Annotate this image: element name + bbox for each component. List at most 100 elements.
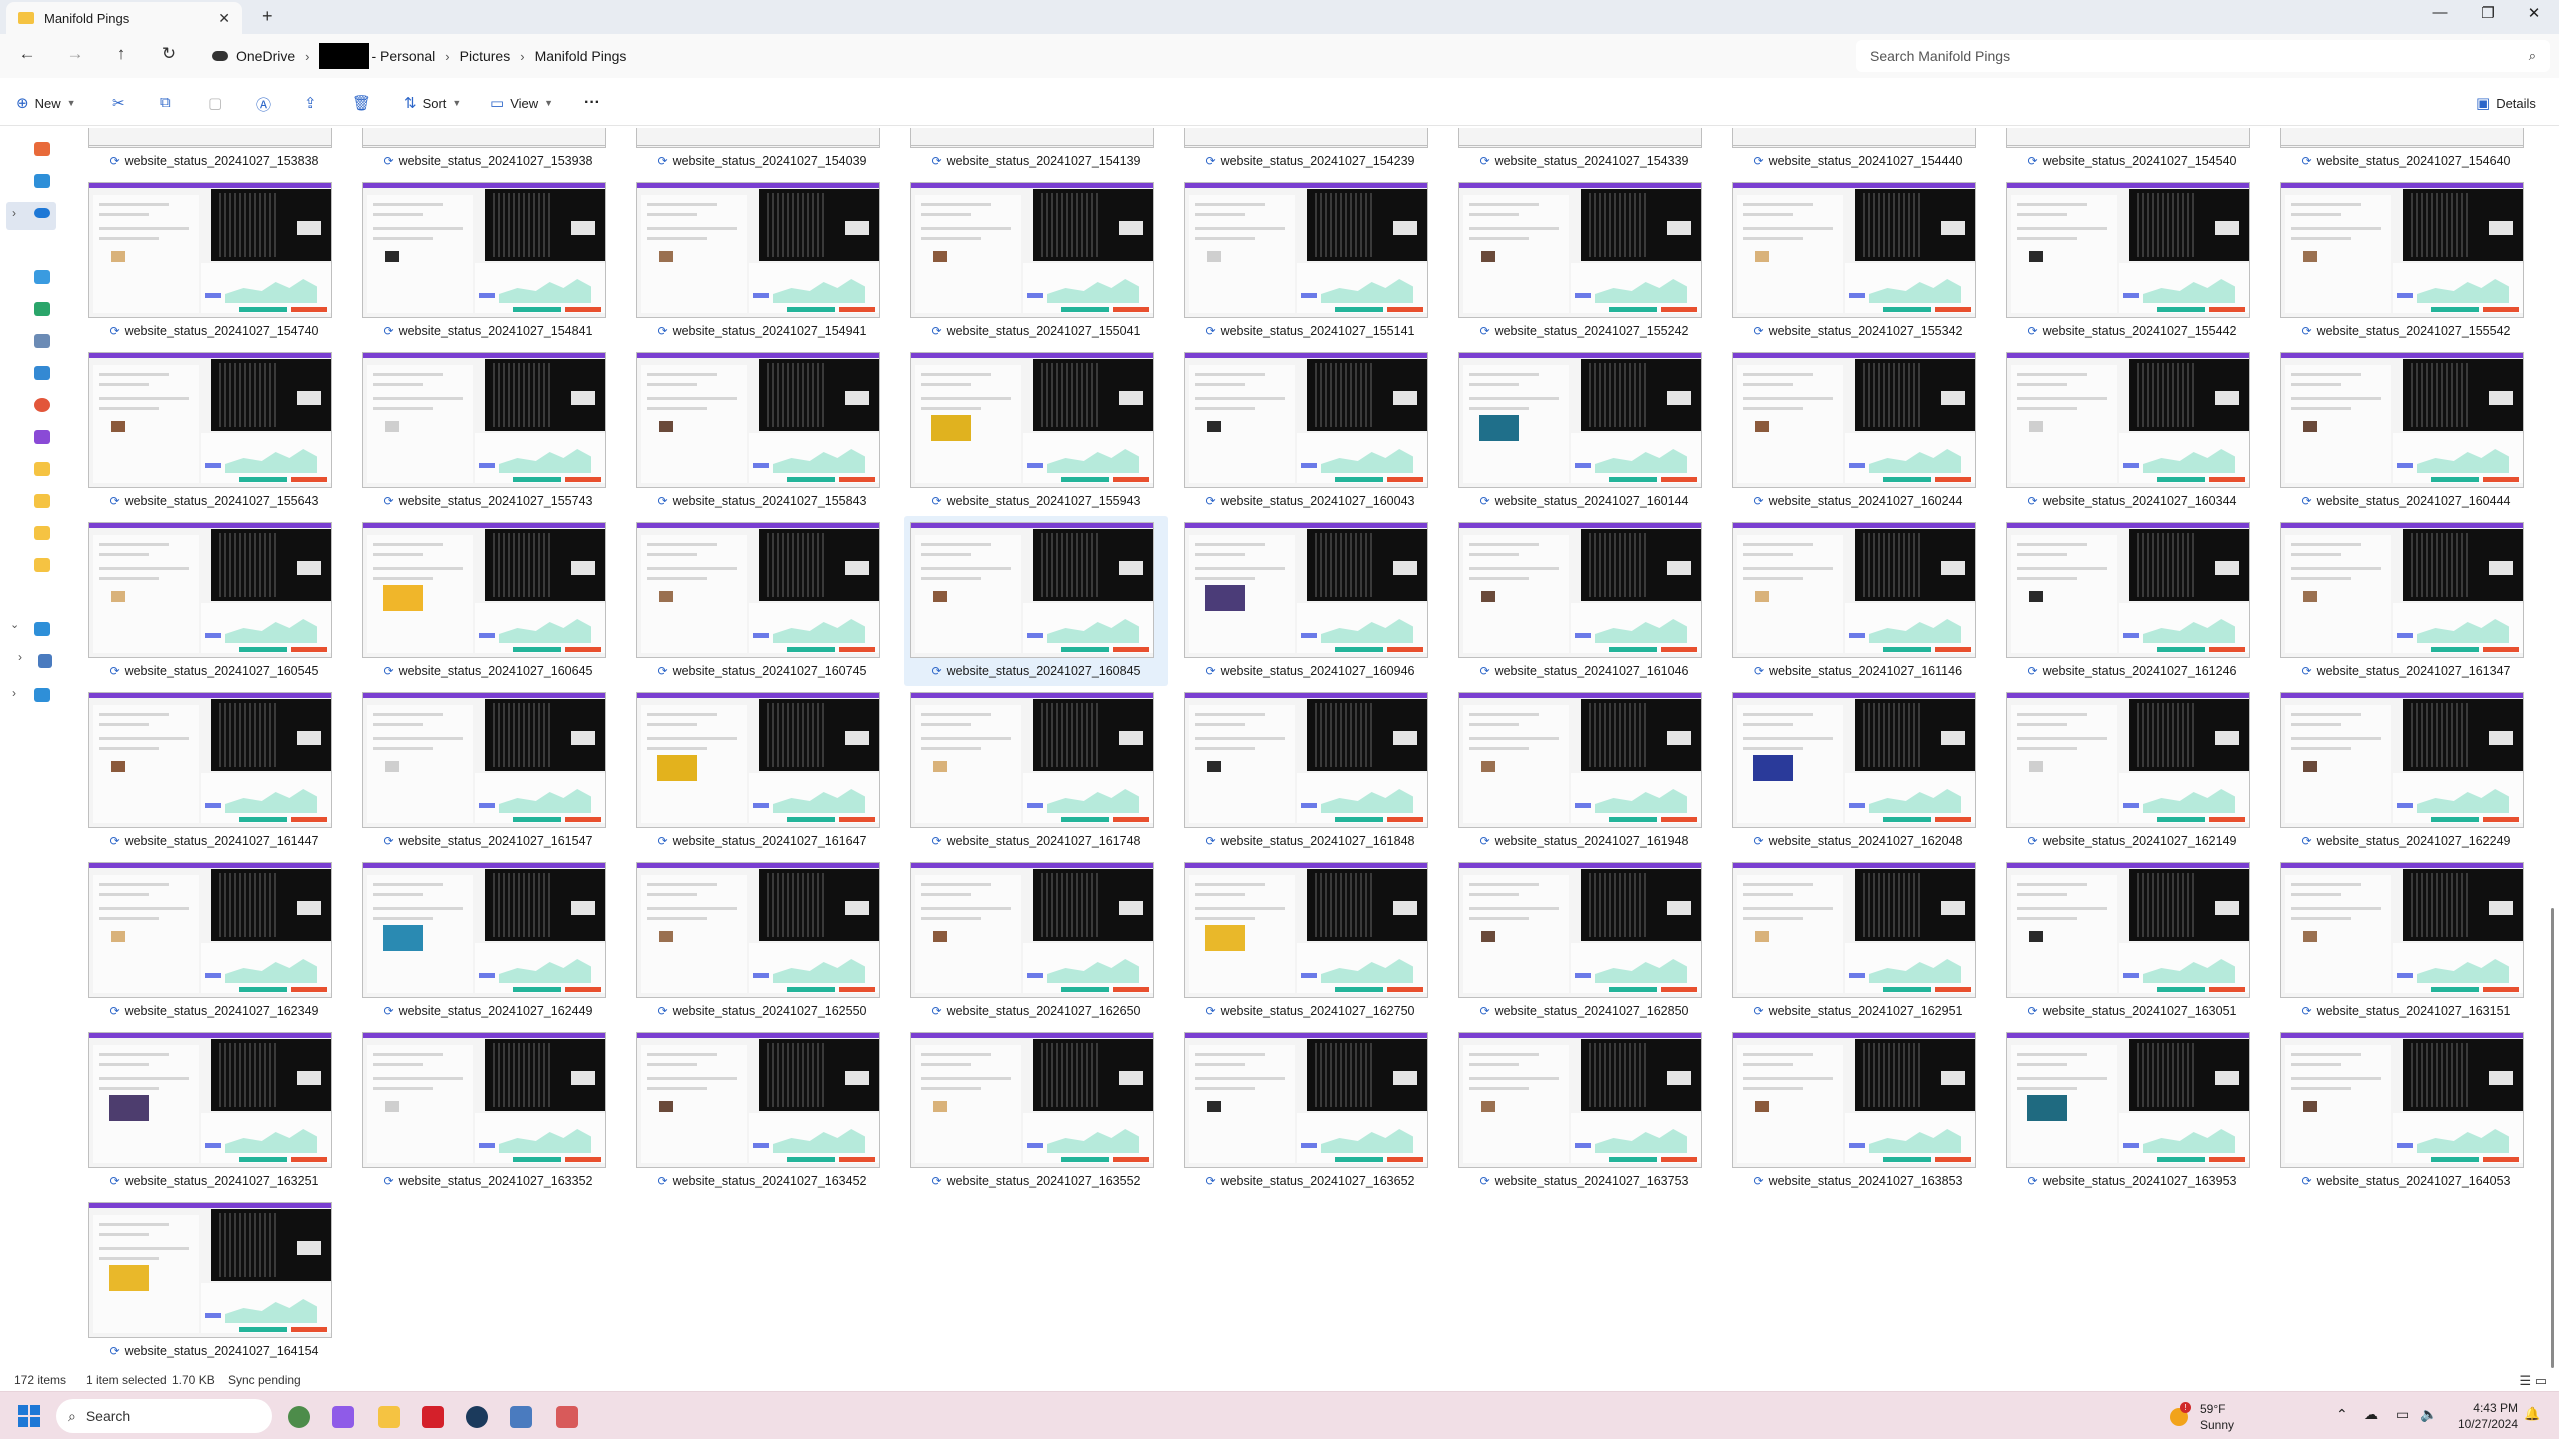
file-tile[interactable]: ⟳ website_status_20241027_161447 [80,686,348,856]
image-thumbnail[interactable] [88,692,332,828]
tab-manifold-pings[interactable]: Manifold Pings ✕ [6,2,242,34]
details-button[interactable]: ▣ Details [2476,94,2536,112]
file-name[interactable]: ⟳ website_status_20241027_160845 [902,664,1170,678]
file-tile[interactable]: ⟳ website_status_20241027_160545 [80,516,348,686]
file-tile[interactable]: ⟳ website_status_20241027_154941 [628,176,896,346]
file-name[interactable]: ⟳ website_status_20241027_161046 [1450,664,1718,678]
file-tile[interactable]: ⟳ website_status_20241027_162449 [354,856,622,1026]
file-name[interactable]: ⟳ website_status_20241027_161146 [1724,664,1992,678]
file-name[interactable]: ⟳ website_status_20241027_160645 [354,664,622,678]
desktop-icon[interactable] [34,270,50,284]
file-name[interactable]: ⟳ website_status_20241027_163853 [1724,1174,1992,1188]
image-thumbnail[interactable] [910,1032,1154,1168]
file-name[interactable]: ⟳ website_status_20241027_162349 [80,1004,348,1018]
file-tile[interactable]: ⟳ website_status_20241027_163753 [1450,1026,1718,1196]
image-thumbnail[interactable] [1732,692,1976,828]
cropped-thumbnail[interactable] [910,128,1154,146]
taskbar-search[interactable]: ⌕ Search [56,1399,272,1433]
expand-chevron-icon[interactable]: › [18,650,22,664]
this-pc-icon[interactable] [34,622,50,636]
image-thumbnail[interactable] [636,862,880,998]
file-tile[interactable]: ⟳ website_status_20241027_160244 [1724,346,1992,516]
image-thumbnail[interactable] [2006,182,2250,318]
file-name[interactable]: ⟳ website_status_20241027_154440 [1724,154,1992,168]
file-tile[interactable]: ⟳ website_status_20241027_163552 [902,1026,1170,1196]
file-tile[interactable]: ⟳ website_status_20241027_161046 [1450,516,1718,686]
cloud-sync-icon[interactable]: ☁ [2364,1406,2378,1423]
documents-icon[interactable] [34,334,50,348]
file-tile[interactable]: ⟳ website_status_20241027_163652 [1176,1026,1444,1196]
image-thumbnail[interactable] [910,352,1154,488]
file-name[interactable]: ⟳ website_status_20241027_160244 [1724,494,1992,508]
file-tile[interactable]: ⟳ website_status_20241027_161347 [2272,516,2538,686]
cropped-thumbnail[interactable] [88,128,332,146]
file-name[interactable]: ⟳ website_status_20241027_153938 [354,154,622,168]
image-thumbnail[interactable] [910,182,1154,318]
file-tile[interactable]: ⟳ website_status_20241027_161948 [1450,686,1718,856]
new-tab-icon[interactable]: + [262,6,273,27]
image-thumbnail[interactable] [362,862,606,998]
file-name[interactable]: ⟳ website_status_20241027_161948 [1450,834,1718,848]
rename-button[interactable]: Ⓐ [256,94,271,115]
file-name[interactable]: ⟳ website_status_20241027_162249 [2272,834,2538,848]
file-tile[interactable]: ⟳ website_status_20241027_163251 [80,1026,348,1196]
file-tile[interactable]: ⟳ website_status_20241027_162850 [1450,856,1718,1026]
image-thumbnail[interactable] [636,352,880,488]
file-tile[interactable]: ⟳ website_status_20241027_162349 [80,856,348,1026]
image-thumbnail[interactable] [2006,862,2250,998]
file-name[interactable]: ⟳ website_status_20241027_163552 [902,1174,1170,1188]
adobe-icon[interactable] [422,1406,444,1428]
file-name[interactable]: ⟳ website_status_20241027_162850 [1450,1004,1718,1018]
file-name[interactable]: ⟳ website_status_20241027_155342 [1724,324,1992,338]
file-name[interactable]: ⟳ website_status_20241027_162951 [1724,1004,1992,1018]
copy-button[interactable]: ⧉ [160,94,171,111]
image-thumbnail[interactable] [362,182,606,318]
image-thumbnail[interactable] [2280,862,2524,998]
collapse-chevron-icon[interactable]: ⌄ [10,618,19,631]
photos-icon[interactable] [510,1406,532,1428]
file-name[interactable]: ⟳ website_status_20241027_161748 [902,834,1170,848]
file-name[interactable]: ⟳ website_status_20241027_161347 [2272,664,2538,678]
file-name[interactable]: ⟳ website_status_20241027_163352 [354,1174,622,1188]
refresh-icon[interactable]: ↻ [156,44,182,64]
file-tile[interactable]: ⟳ website_status_20241027_160745 [628,516,896,686]
file-name[interactable]: ⟳ website_status_20241027_153838 [80,154,348,168]
file-tile[interactable]: ⟳ website_status_20241027_161246 [1998,516,2266,686]
cropped-thumbnail[interactable] [1732,128,1976,146]
file-name[interactable]: ⟳ website_status_20241027_160344 [1998,494,2266,508]
start-windows-icon[interactable] [18,1405,40,1427]
file-name[interactable]: ⟳ website_status_20241027_162650 [902,1004,1170,1018]
file-tile[interactable]: ⟳ website_status_20241027_160144 [1450,346,1718,516]
file-tile[interactable]: ⟳ website_status_20241027_155743 [354,346,622,516]
tray-chevron-up-icon[interactable]: ⌃ [2336,1406,2348,1423]
crumb-pictures[interactable]: Pictures [450,48,521,64]
file-name[interactable]: ⟳ website_status_20241027_164154 [80,1344,348,1358]
file-tile[interactable]: ⟳ website_status_20241027_163151 [2272,856,2538,1026]
image-thumbnail[interactable] [1458,862,1702,998]
image-thumbnail[interactable] [2280,522,2524,658]
file-name[interactable]: ⟳ website_status_20241027_163753 [1450,1174,1718,1188]
image-thumbnail[interactable] [1458,1032,1702,1168]
image-thumbnail[interactable] [2280,1032,2524,1168]
file-name[interactable]: ⟳ website_status_20241027_160946 [1176,664,1444,678]
file-tile[interactable]: ⟳ website_status_20241027_160845 [902,516,1170,686]
file-name[interactable]: ⟳ website_status_20241027_160144 [1450,494,1718,508]
image-thumbnail[interactable] [2006,1032,2250,1168]
crumb-personal[interactable]: - Personal [369,48,445,64]
close-tab-icon[interactable]: ✕ [218,10,230,27]
file-tile[interactable]: ⟳ website_status_20241027_164154 [80,1196,348,1366]
image-thumbnail[interactable] [1458,692,1702,828]
file-name[interactable]: ⟳ website_status_20241027_155643 [80,494,348,508]
more-options-button[interactable]: ··· [584,94,600,112]
file-tile[interactable]: ⟳ website_status_20241027_155943 [902,346,1170,516]
sort-button[interactable]: ⇅ Sort ▼ [404,94,461,112]
file-name[interactable]: ⟳ website_status_20241027_155542 [2272,324,2538,338]
file-name[interactable]: ⟳ website_status_20241027_154239 [1176,154,1444,168]
image-thumbnail[interactable] [2006,522,2250,658]
image-thumbnail[interactable] [362,522,606,658]
file-name[interactable]: ⟳ website_status_20241027_155041 [902,324,1170,338]
file-tile[interactable]: ⟳ website_status_20241027_155843 [628,346,896,516]
file-tile[interactable]: ⟳ website_status_20241027_160444 [2272,346,2538,516]
search-box[interactable]: ⌕ [1856,40,2550,72]
crumb-onedrive[interactable]: OneDrive [236,48,305,64]
